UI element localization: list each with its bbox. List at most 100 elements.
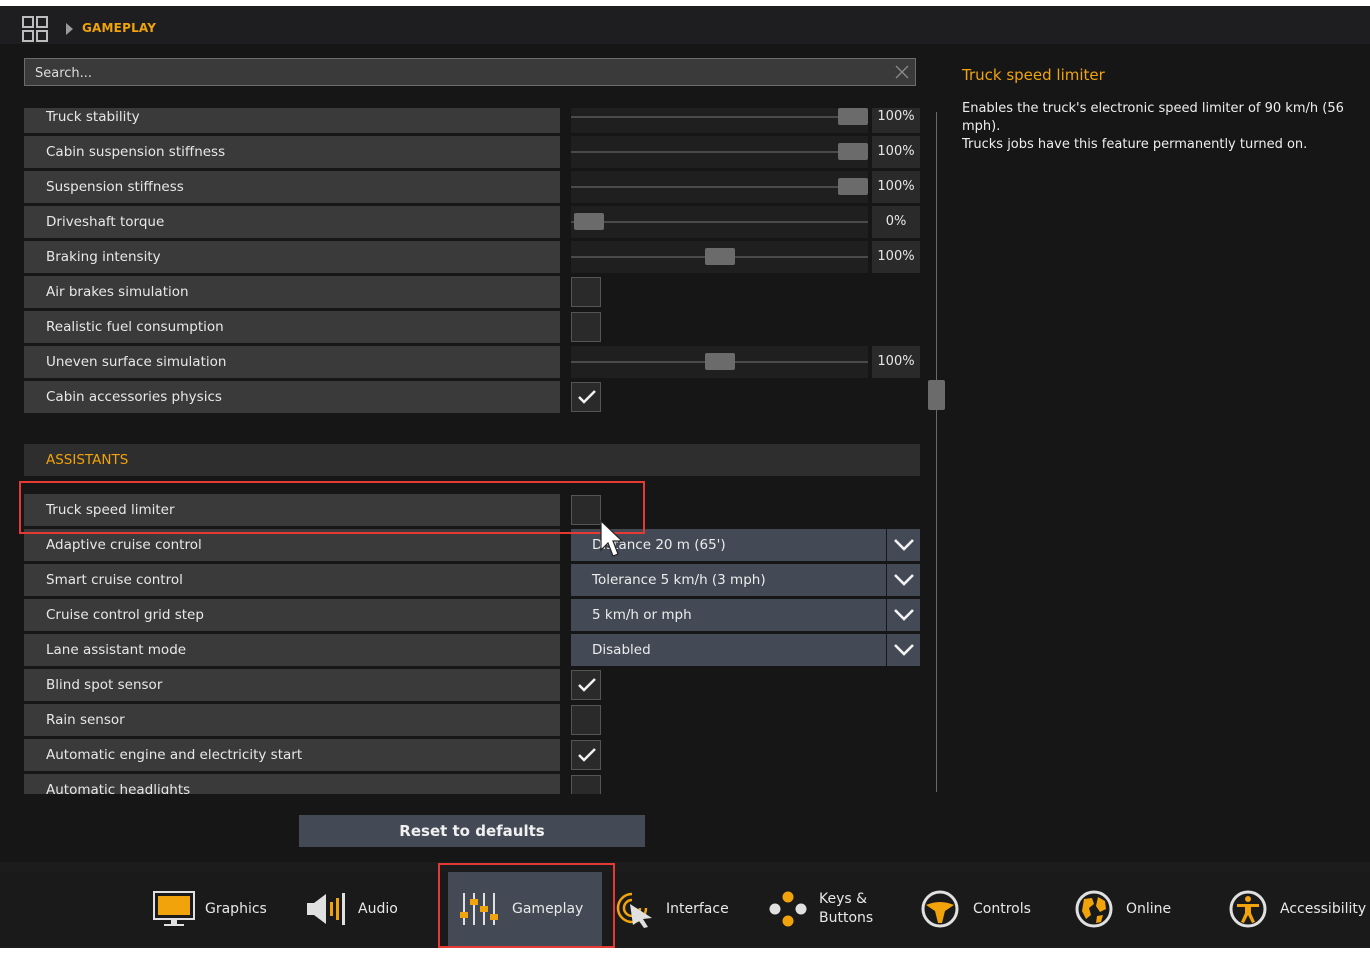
tab-label-line1: Keys & — [819, 891, 868, 907]
setting-label: Cabin suspension stiffness — [24, 136, 560, 168]
globe-icon — [1075, 890, 1113, 928]
chevron-down-icon[interactable] — [887, 529, 920, 561]
mouse-pointer-icon — [600, 520, 624, 557]
truck-stability-slider[interactable] — [571, 108, 869, 133]
close-icon[interactable] — [895, 65, 909, 79]
tab-accessibility[interactable]: Accessibility — [1222, 872, 1370, 946]
suspension-slider[interactable] — [571, 171, 869, 203]
setting-row-acc: Adaptive cruise control Distance 20 m (6… — [24, 529, 920, 561]
auto-start-checkbox[interactable] — [571, 740, 601, 770]
setting-label: Truck stability — [24, 108, 560, 133]
tab-online[interactable]: Online — [1070, 872, 1190, 946]
checkmark-icon — [578, 748, 596, 762]
accessibility-icon — [1229, 890, 1267, 928]
tab-label: Accessibility — [1280, 901, 1367, 917]
tab-label: Audio — [358, 901, 398, 917]
auto-headlights-checkbox[interactable] — [571, 775, 601, 794]
setting-label: Adaptive cruise control — [24, 529, 560, 561]
slider-value: 100% — [872, 171, 920, 203]
slider-value: 0% — [872, 206, 920, 238]
chevron-down-icon[interactable] — [887, 564, 920, 596]
setting-label: Braking intensity — [24, 241, 560, 273]
setting-row-braking: Braking intensity 100% — [24, 241, 920, 273]
info-description: Enables the truck's electronic speed lim… — [962, 101, 1344, 152]
setting-row-suspension: Suspension stiffness 100% — [24, 171, 920, 203]
scrollbar-thumb[interactable] — [928, 380, 945, 410]
tab-gameplay[interactable]: Gameplay — [448, 872, 602, 946]
search-box — [24, 58, 916, 87]
setting-label: Cruise control grid step — [24, 599, 560, 631]
setting-label: Rain sensor — [24, 704, 560, 736]
tab-label: Online — [1126, 901, 1172, 917]
setting-label: Smart cruise control — [24, 564, 560, 596]
slider-thumb[interactable] — [704, 353, 735, 370]
grid-step-dropdown[interactable]: 5 km/h or mph — [571, 599, 886, 631]
cursor-click-icon — [616, 892, 652, 928]
setting-row-auto-start: Automatic engine and electricity start — [24, 739, 920, 771]
setting-row-speed-limiter: Truck speed limiter — [24, 494, 920, 526]
setting-row-fuel: Realistic fuel consumption — [24, 311, 920, 343]
setting-row-auto-headlights: Automatic headlights — [24, 774, 920, 794]
grid-menu-icon[interactable] — [22, 16, 48, 42]
slider-value: 100% — [872, 108, 920, 133]
checkmark-icon — [578, 678, 596, 692]
slider-thumb[interactable] — [838, 178, 869, 195]
driveshaft-slider[interactable] — [571, 206, 868, 238]
checkmark-icon — [578, 390, 596, 404]
setting-label: Automatic headlights — [24, 774, 560, 794]
setting-row-driveshaft: Driveshaft torque 0% — [24, 206, 920, 238]
setting-row-air-brakes: Air brakes simulation — [24, 276, 920, 308]
setting-row-truck-stability: Truck stability 100% — [24, 108, 920, 133]
slider-value: 100% — [872, 241, 920, 273]
slider-value: 100% — [872, 136, 920, 168]
slider-value: 100% — [872, 346, 920, 378]
settings-list[interactable]: Truck stability 100% Cabin suspension st… — [0, 108, 930, 794]
blind-spot-checkbox[interactable] — [571, 670, 601, 700]
tab-interface[interactable]: Interface — [612, 872, 742, 946]
chevron-down-icon[interactable] — [887, 599, 920, 631]
tab-label-line2: Buttons — [819, 910, 874, 926]
setting-label: Lane assistant mode — [24, 634, 560, 666]
section-header-assistants: ASSISTANTS — [24, 444, 920, 476]
cabin-suspension-slider[interactable] — [571, 136, 869, 168]
setting-label: Driveshaft torque — [24, 206, 560, 238]
lane-assist-dropdown[interactable]: Disabled — [571, 634, 886, 666]
rain-sensor-checkbox[interactable] — [571, 705, 601, 735]
fuel-consumption-checkbox[interactable] — [571, 312, 601, 342]
tab-label: Graphics — [205, 901, 267, 917]
scrollbar-track[interactable] — [936, 112, 937, 792]
chevron-down-icon[interactable] — [887, 634, 920, 666]
setting-row-cabin-suspension: Cabin suspension stiffness 100% — [24, 136, 920, 168]
setting-row-blind-spot: Blind spot sensor — [24, 669, 920, 701]
slider-thumb[interactable] — [838, 143, 869, 160]
speed-limiter-checkbox[interactable] — [571, 495, 601, 525]
search-input[interactable] — [25, 59, 877, 87]
setting-label: Automatic engine and electricity start — [24, 739, 560, 771]
setting-row-cabin-accessories: Cabin accessories physics — [24, 381, 920, 413]
tab-keys-buttons[interactable]: Keys & Buttons — [762, 872, 892, 946]
uneven-surface-slider[interactable] — [571, 346, 868, 378]
slider-thumb[interactable] — [573, 213, 604, 230]
tab-controls[interactable]: Controls — [916, 872, 1046, 946]
setting-row-uneven-surface: Uneven surface simulation 100% — [24, 346, 920, 378]
slider-thumb[interactable] — [704, 248, 735, 265]
speaker-icon — [307, 893, 345, 925]
gamepad-buttons-icon — [769, 891, 807, 927]
reset-to-defaults-button[interactable]: Reset to defaults — [299, 815, 645, 847]
steering-wheel-icon — [921, 890, 959, 928]
slider-thumb[interactable] — [838, 108, 869, 125]
tab-label: Gameplay — [512, 901, 584, 917]
tab-audio[interactable]: Audio — [300, 872, 420, 946]
setting-row-rain-sensor: Rain sensor — [24, 704, 920, 736]
category-tab-bar: Graphics Audio Gameplay Interface Keys &… — [0, 872, 1370, 946]
setting-label: Realistic fuel consumption — [24, 311, 560, 343]
braking-slider[interactable] — [571, 241, 868, 273]
setting-label: Air brakes simulation — [24, 276, 560, 308]
cabin-accessories-checkbox[interactable] — [571, 382, 601, 412]
smart-cruise-dropdown[interactable]: Tolerance 5 km/h (3 mph) — [571, 564, 886, 596]
setting-label: Suspension stiffness — [24, 171, 560, 203]
setting-row-smart-cruise: Smart cruise control Tolerance 5 km/h (3… — [24, 564, 920, 596]
setting-row-grid-step: Cruise control grid step 5 km/h or mph — [24, 599, 920, 631]
tab-graphics[interactable]: Graphics — [146, 872, 278, 946]
air-brakes-checkbox[interactable] — [571, 277, 601, 307]
